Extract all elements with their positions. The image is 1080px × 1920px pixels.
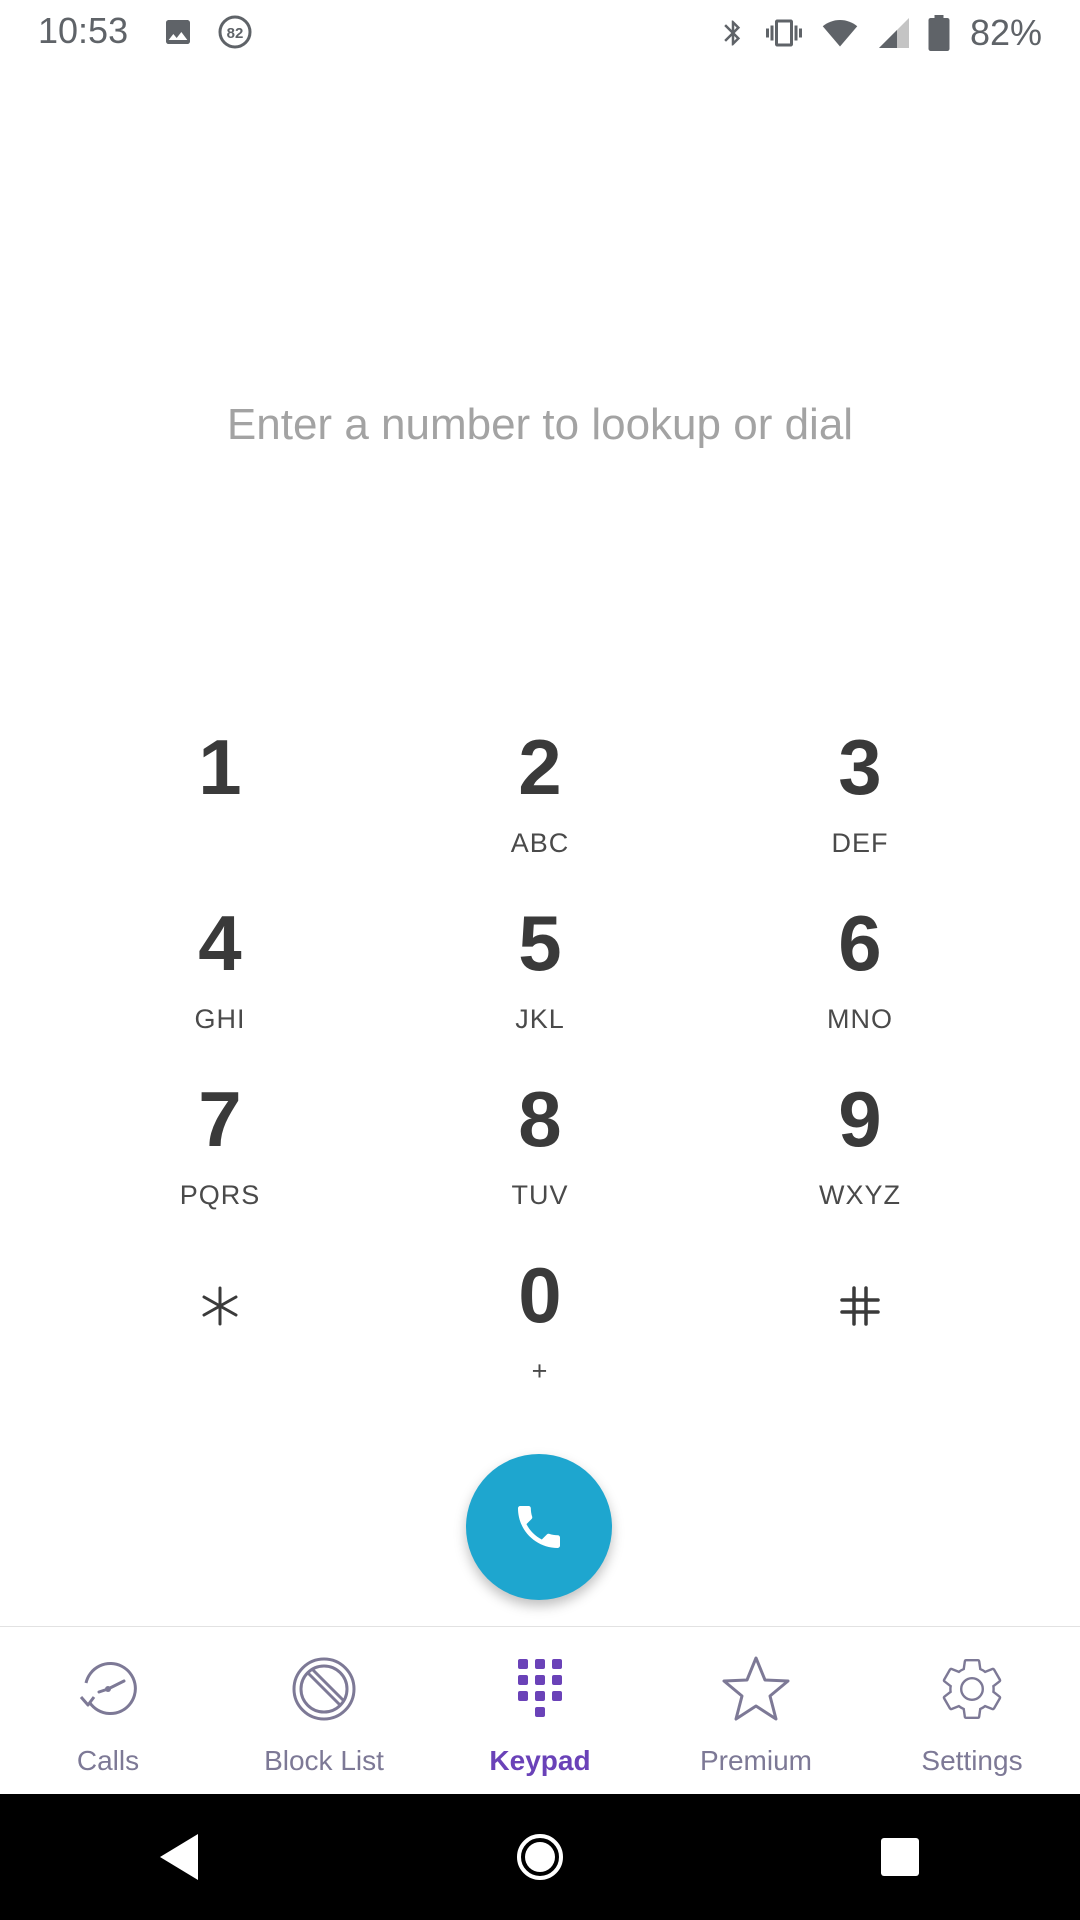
badge-icon: 82 [218,15,252,49]
key-digit: 0 [518,1251,562,1339]
block-icon [292,1657,356,1721]
star-icon [722,1656,790,1721]
key-letters: ABC [510,828,570,858]
nav-premium[interactable]: Premium [648,1627,864,1795]
hash-icon [840,1286,880,1326]
nav-label: Settings [921,1745,1023,1776]
key-digit: 4 [198,899,242,987]
gallery-icon [166,20,190,44]
recents-icon [881,1838,919,1876]
back-icon [160,1834,198,1880]
key-digit: 6 [838,899,882,987]
battery-icon [928,15,950,51]
key-0[interactable]: 0 + [380,1228,700,1404]
badge-count: 82 [227,25,244,42]
key-digit: 2 [518,723,562,811]
key-2[interactable]: 2 ABC [380,700,700,876]
android-nav-bar [0,1794,1080,1920]
nav-keypad[interactable]: Keypad [432,1627,648,1795]
key-letters: PQRS [179,1180,261,1210]
gear-icon [942,1659,1002,1719]
key-letters: TUV [511,1180,569,1210]
status-bar: 10:53 82 82% [0,0,1080,64]
phone-icon [518,1506,560,1548]
key-letters: WXYZ [819,1180,901,1210]
key-8[interactable]: 8 TUV [380,1052,700,1228]
nav-label: Calls [76,1745,140,1776]
key-letters: + [531,1356,549,1386]
back-button[interactable] [120,1827,240,1887]
key-6[interactable]: 6 MNO [700,876,1020,1052]
key-hash[interactable] [700,1228,1020,1404]
recents-button[interactable] [840,1827,960,1887]
battery-percent: 82% [969,12,1042,53]
key-4[interactable]: 4 GHI [60,876,380,1052]
key-letters: JKL [515,1004,565,1034]
clock-history-icon [79,1662,137,1716]
call-button[interactable] [466,1454,612,1600]
key-digit: 3 [838,723,882,811]
key-letters: GHI [194,1004,246,1034]
nav-block-list[interactable]: Block List [216,1627,432,1795]
home-icon [517,1834,563,1880]
key-5[interactable]: 5 JKL [380,876,700,1052]
status-right-cluster: 82% [718,12,1042,54]
home-button[interactable] [480,1827,600,1887]
keypad-icon [518,1659,562,1717]
nav-calls[interactable]: Calls [0,1627,216,1795]
cell-signal-icon [878,18,909,48]
key-digit: 8 [518,1075,562,1163]
nav-label: Premium [699,1745,812,1776]
keypad: 1 2 ABC 3 DEF 4 GHI 5 JKL 6 MNO 7 PQRS 8… [60,700,1020,1404]
wifi-icon [822,19,858,47]
nav-settings[interactable]: Settings [864,1627,1080,1795]
key-digit: 7 [198,1075,242,1163]
nav-label: Keypad [489,1745,591,1776]
bluetooth-icon [724,20,741,46]
key-star[interactable] [60,1228,380,1404]
status-time: 10:53 [38,10,129,51]
key-3[interactable]: 3 DEF [700,700,1020,876]
key-1[interactable]: 1 [60,700,380,876]
asterisk-icon [202,1286,238,1326]
key-9[interactable]: 9 WXYZ [700,1052,1020,1228]
vibrate-icon [765,19,802,47]
key-letters: MNO [827,1004,893,1034]
key-7[interactable]: 7 PQRS [60,1052,380,1228]
key-digit: 9 [838,1075,882,1163]
key-digit: 1 [198,723,242,811]
dial-number-display[interactable]: Enter a number to lookup or dial [0,400,1080,450]
key-letters: DEF [831,828,889,858]
nav-label: Block List [264,1745,384,1776]
bottom-nav: Calls Block List Keypad Premium Settings [0,1626,1080,1795]
key-digit: 5 [518,899,562,987]
